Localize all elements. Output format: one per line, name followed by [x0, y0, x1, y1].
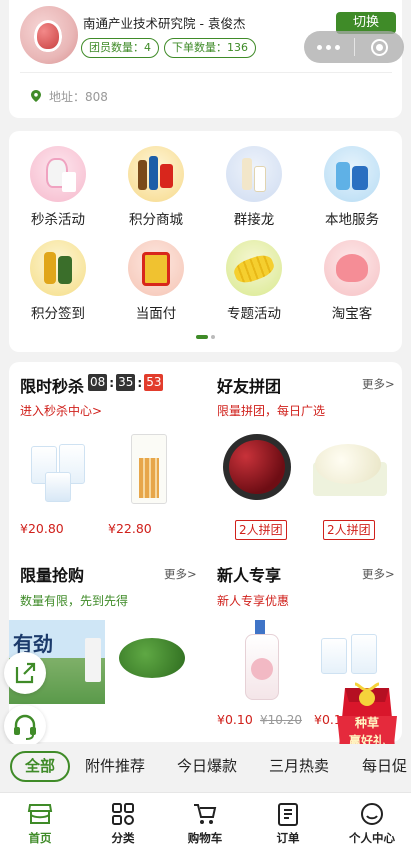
- grid-item-taobao[interactable]: 淘宝客: [303, 240, 401, 322]
- group-buy-title: 好友拼团: [217, 377, 282, 396]
- tab-orders[interactable]: 订单: [256, 801, 320, 846]
- order-count-badge: 下单数量：136: [164, 38, 256, 58]
- grid-label: 群接龙: [233, 212, 275, 228]
- newcomer-more-link[interactable]: 更多>: [362, 566, 395, 582]
- store-address: 地址：808: [49, 90, 108, 104]
- grid-label: 专题活动: [227, 306, 281, 322]
- grid-item-flash-sale[interactable]: 秒杀活动: [9, 146, 107, 228]
- newcomer-title: 新人专享: [217, 566, 282, 585]
- product-image-snack[interactable]: [119, 428, 179, 514]
- countdown-timer: 08 : 35 : 53: [88, 374, 164, 391]
- team-count-badge: 团员数量：4: [81, 38, 159, 58]
- product-image-yogurt[interactable]: [23, 428, 103, 508]
- order-list-icon: [278, 803, 298, 826]
- tab-home[interactable]: 首页: [8, 801, 72, 846]
- grid-item-points-mall[interactable]: 积分商城: [107, 146, 205, 228]
- product-price: ¥20.80: [20, 521, 64, 536]
- grid-label: 淘宝客: [331, 306, 373, 322]
- local-service-icon: [324, 146, 380, 202]
- profile-face-icon: [361, 803, 383, 825]
- points-checkin-icon: [30, 240, 86, 296]
- limited-sale-subtitle: 数量有限，先到先得: [20, 594, 129, 608]
- mini-program-home: 南通产业技术研究院 - 袁俊杰 切换 团员数量：4 下单数量：136 地址：80…: [0, 0, 411, 852]
- tab-cart[interactable]: 购物车: [173, 801, 237, 846]
- category-tab-all[interactable]: 全部: [10, 751, 70, 782]
- more-options-icon[interactable]: [304, 44, 354, 50]
- product-original-price: ¥10.20: [260, 713, 302, 727]
- grid-icon: [112, 803, 134, 825]
- flash-sale-link[interactable]: 进入秒杀中心>: [20, 402, 102, 419]
- taobao-icon: [324, 240, 380, 296]
- group-buy-more-link[interactable]: 更多>: [362, 376, 395, 392]
- category-tabs: 全部 附件推荐 今日爆款 三月热卖 每日促: [0, 744, 411, 790]
- tab-profile[interactable]: 个人中心: [340, 801, 404, 846]
- countdown-hours: 08: [88, 374, 108, 391]
- product-price: ¥0.10: [217, 712, 253, 727]
- gift-line1: 种草: [354, 716, 379, 730]
- tab-label: 分类: [111, 831, 135, 845]
- tab-category[interactable]: 分类: [91, 801, 155, 846]
- points-mall-icon: [128, 146, 184, 202]
- grid-item-group-relay[interactable]: 群接龙: [205, 146, 303, 228]
- category-tab[interactable]: 三月热卖: [269, 755, 329, 776]
- headset-icon: [14, 714, 36, 740]
- close-mini-program-icon[interactable]: [354, 38, 404, 56]
- store-icon: [27, 804, 53, 824]
- category-tab[interactable]: 每日促: [362, 755, 411, 776]
- tab-label: 购物车: [187, 831, 223, 845]
- flash-sale-icon: [30, 146, 86, 202]
- group-relay-icon: [226, 146, 282, 202]
- product-price: ¥22.80: [108, 521, 152, 536]
- share-button[interactable]: [4, 652, 46, 694]
- product-image-bodywash[interactable]: [237, 618, 287, 702]
- share-icon: [15, 662, 36, 684]
- newcomer-subtitle: 新人专享优惠: [217, 594, 290, 608]
- feature-grid: 秒杀活动 积分商城 群接龙 本地服务 积分签到 当面付 专题活动 淘宝客: [9, 131, 402, 352]
- flash-sale-title: 限时秒杀: [20, 377, 85, 396]
- category-tab[interactable]: 附件推荐: [85, 755, 145, 776]
- grid-item-special-event[interactable]: 专题活动: [205, 240, 303, 322]
- bottom-tab-bar: 首页 分类 购物车 订单 个人中心: [0, 792, 411, 852]
- grid-item-points-checkin[interactable]: 积分签到: [9, 240, 107, 322]
- special-event-icon: [226, 240, 282, 296]
- product-image-cauliflower[interactable]: [309, 440, 391, 496]
- grid-item-local-service[interactable]: 本地服务: [303, 146, 401, 228]
- limited-sale-more-link[interactable]: 更多>: [164, 566, 197, 582]
- tab-label: 首页: [28, 831, 52, 845]
- category-tab[interactable]: 今日爆款: [177, 755, 237, 776]
- grid-label: 秒杀活动: [31, 212, 85, 228]
- group-buy-tag[interactable]: 2人拼团: [235, 520, 287, 540]
- countdown-seconds: 53: [144, 374, 164, 391]
- store-avatar: [20, 6, 78, 64]
- limited-sale-title: 限量抢购: [20, 566, 85, 585]
- group-buy-tag[interactable]: 2人拼团: [323, 520, 375, 540]
- grid-label: 积分签到: [31, 306, 85, 322]
- grid-item-face-pay[interactable]: 当面付: [107, 240, 205, 322]
- location-pin-icon: [31, 90, 41, 102]
- mini-program-capsule: [304, 31, 404, 63]
- store-name: 南通产业技术研究院 - 袁俊杰: [83, 16, 246, 31]
- product-image-spinach[interactable]: [115, 628, 189, 688]
- countdown-minutes: 35: [116, 374, 136, 391]
- grid-label: 本地服务: [325, 212, 379, 228]
- cart-icon: [194, 804, 217, 824]
- header-divider: [20, 72, 392, 73]
- tab-label: 个人中心: [349, 831, 395, 845]
- product-image-cherries[interactable]: [221, 432, 293, 502]
- customer-service-button[interactable]: [4, 705, 46, 747]
- face-pay-icon: [128, 240, 184, 296]
- grid-label: 当面付: [135, 306, 177, 322]
- group-buy-subtitle: 限量拼团，每日广选: [217, 404, 326, 418]
- tab-label: 订单: [276, 831, 300, 845]
- page-indicator: [196, 335, 215, 339]
- grid-label: 积分商城: [129, 212, 183, 228]
